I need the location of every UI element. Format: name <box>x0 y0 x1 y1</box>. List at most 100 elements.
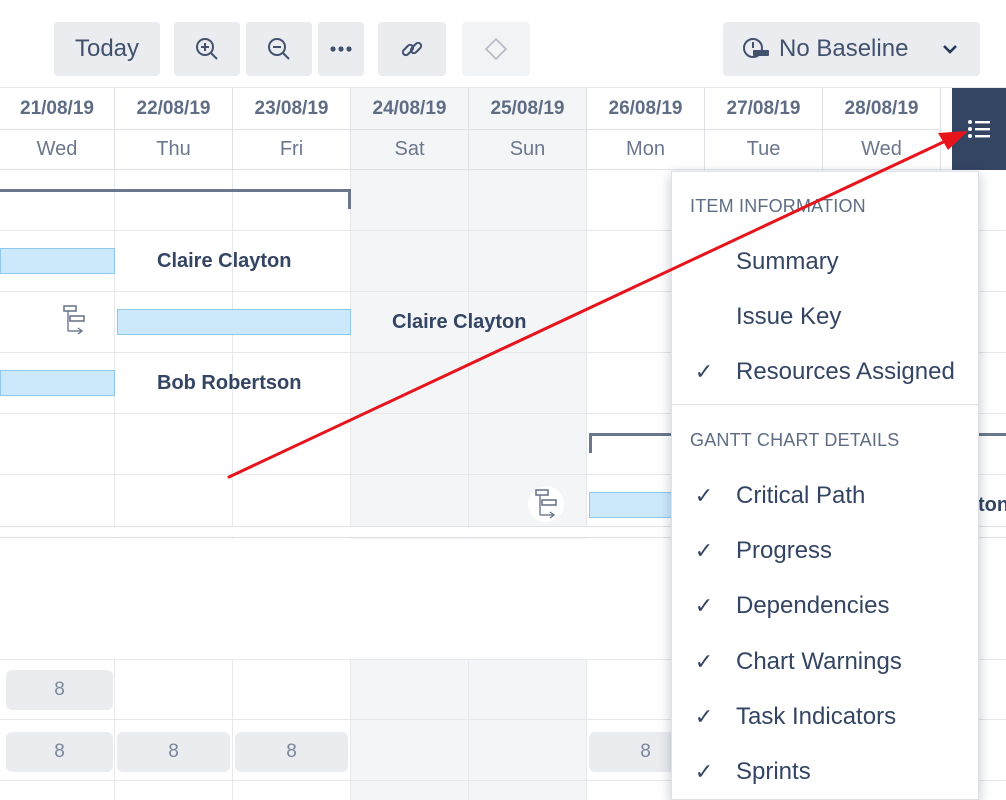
grid-column-weekend <box>351 170 469 800</box>
menu-item-label: Progress <box>736 537 833 564</box>
capacity-cell: 8 <box>6 732 113 772</box>
zoom-in-icon <box>196 38 218 60</box>
date-cell: 25/08/19 <box>469 88 587 130</box>
menu-section-title: GANTT CHART DETAILS <box>690 430 900 450</box>
menu-divider <box>672 404 978 405</box>
menu-item-label: Dependencies <box>736 592 890 619</box>
date-label: 22/08/19 <box>136 97 211 119</box>
date-cell: 24/08/19 <box>351 88 469 130</box>
day-cell: Sat <box>351 130 469 169</box>
date-cell: 23/08/19 <box>233 88 351 130</box>
menu-item-critical-path[interactable]: ✓ Critical Path <box>672 470 978 522</box>
baseline-select[interactable]: No Baseline <box>723 22 980 76</box>
menu-item-label: Resources Assigned <box>736 358 955 385</box>
summary-bar-start <box>589 433 592 453</box>
menu-item-chart-warnings[interactable]: ✓ Chart Warnings <box>672 636 978 688</box>
more-button[interactable] <box>318 22 364 76</box>
link-button[interactable] <box>378 22 446 76</box>
task-bar[interactable] <box>589 492 673 518</box>
day-label: Tue <box>746 138 781 160</box>
date-cell: 22/08/19 <box>115 88 233 130</box>
menu-item-label: Summary <box>736 248 839 275</box>
day-label: Thu <box>156 138 191 160</box>
today-label: Today <box>74 35 140 62</box>
date-label: 27/08/19 <box>726 97 801 119</box>
check-icon: ✓ <box>694 538 714 563</box>
check-icon: ✓ <box>694 759 714 784</box>
gantt-toolbar: Today No Baseline <box>0 0 1006 88</box>
menu-item-label: Sprints <box>736 758 811 785</box>
day-cell: Tue <box>705 130 823 169</box>
resource-label-partial: ton <box>978 494 1006 516</box>
check-icon: ✓ <box>694 593 714 618</box>
day-label: Wed <box>36 138 78 160</box>
timeline-dates-row: 21/08/19 22/08/19 23/08/19 24/08/19 25/0… <box>0 88 952 130</box>
summary-bar[interactable] <box>0 189 351 192</box>
date-cell: 21/08/19 <box>0 88 115 130</box>
task-bar[interactable] <box>0 248 115 274</box>
menu-item-label: Task Indicators <box>736 703 897 730</box>
gantt-settings-button[interactable] <box>952 88 1006 170</box>
day-cell: Wed <box>0 130 115 169</box>
date-label: 23/08/19 <box>254 97 329 119</box>
menu-section-title: ITEM INFORMATION <box>690 196 866 216</box>
menu-item-resources-assigned[interactable]: ✓ Resources Assigned <box>672 346 978 398</box>
menu-item-label: Chart Warnings <box>736 648 902 675</box>
milestone-button[interactable] <box>462 22 530 76</box>
zoom-in-button[interactable] <box>174 22 240 76</box>
date-cell: 26/08/19 <box>587 88 705 130</box>
menu-item-dependencies[interactable]: ✓ Dependencies <box>672 580 978 632</box>
day-label: Wed <box>861 138 902 160</box>
day-cell: Thu <box>115 130 233 169</box>
date-cell: 27/08/19 <box>705 88 823 130</box>
day-label: Fri <box>279 138 304 160</box>
day-label: Sat <box>394 138 425 160</box>
day-label: Sun <box>509 138 546 160</box>
zoom-out-button[interactable] <box>246 22 312 76</box>
task-indicator-icon <box>63 305 85 335</box>
date-label: 26/08/19 <box>608 97 683 119</box>
link-icon <box>401 41 423 57</box>
menu-item-sprints[interactable]: ✓ Sprints <box>672 746 978 798</box>
menu-item-label: Critical Path <box>736 482 866 509</box>
more-icon <box>330 46 352 52</box>
day-label: Mon <box>626 138 665 160</box>
today-button[interactable]: Today <box>54 22 160 76</box>
gantt-settings-menu: ITEM INFORMATION Summary Issue Key ✓ Res… <box>671 171 979 800</box>
baseline-icon <box>743 38 769 58</box>
date-label: 25/08/19 <box>490 97 565 119</box>
baseline-label: No Baseline <box>779 35 909 62</box>
timeline-days-row: Wed Thu Fri Sat Sun Mon Tue Wed <box>0 130 952 170</box>
date-label: 28/08/19 <box>844 97 919 119</box>
menu-item-issue-key[interactable]: Issue Key <box>672 291 978 343</box>
day-cell: Mon <box>587 130 705 169</box>
zoom-out-icon <box>268 38 290 60</box>
list-settings-icon <box>968 120 990 138</box>
capacity-cell: 8 <box>117 732 230 772</box>
diamond-icon <box>484 37 508 61</box>
task-indicator-icon <box>535 489 557 519</box>
capacity-cell: 8 <box>6 670 113 710</box>
day-cell: Wed <box>823 130 941 169</box>
check-icon: ✓ <box>694 704 714 729</box>
day-cell: Fri <box>233 130 351 169</box>
chevron-down-icon <box>943 45 957 54</box>
date-cell: 28/08/19 <box>823 88 941 130</box>
check-icon: ✓ <box>694 649 714 674</box>
date-label: 24/08/19 <box>372 97 447 119</box>
day-cell: Sun <box>469 130 587 169</box>
check-icon: ✓ <box>694 483 714 508</box>
grid-column-weekend <box>469 170 587 800</box>
resource-label: Claire Clayton <box>157 250 292 272</box>
capacity-cell: 8 <box>235 732 348 772</box>
menu-item-summary[interactable]: Summary <box>672 236 978 288</box>
task-bar[interactable] <box>117 309 351 335</box>
task-bar[interactable] <box>0 370 115 396</box>
menu-item-label: Issue Key <box>736 303 842 330</box>
menu-item-task-indicators[interactable]: ✓ Task Indicators <box>672 691 978 743</box>
menu-item-progress[interactable]: ✓ Progress <box>672 525 978 577</box>
resource-label: Claire Clayton <box>392 311 527 333</box>
summary-bar-end <box>348 189 351 209</box>
check-icon: ✓ <box>694 359 714 384</box>
resource-label: Bob Robertson <box>157 372 302 394</box>
